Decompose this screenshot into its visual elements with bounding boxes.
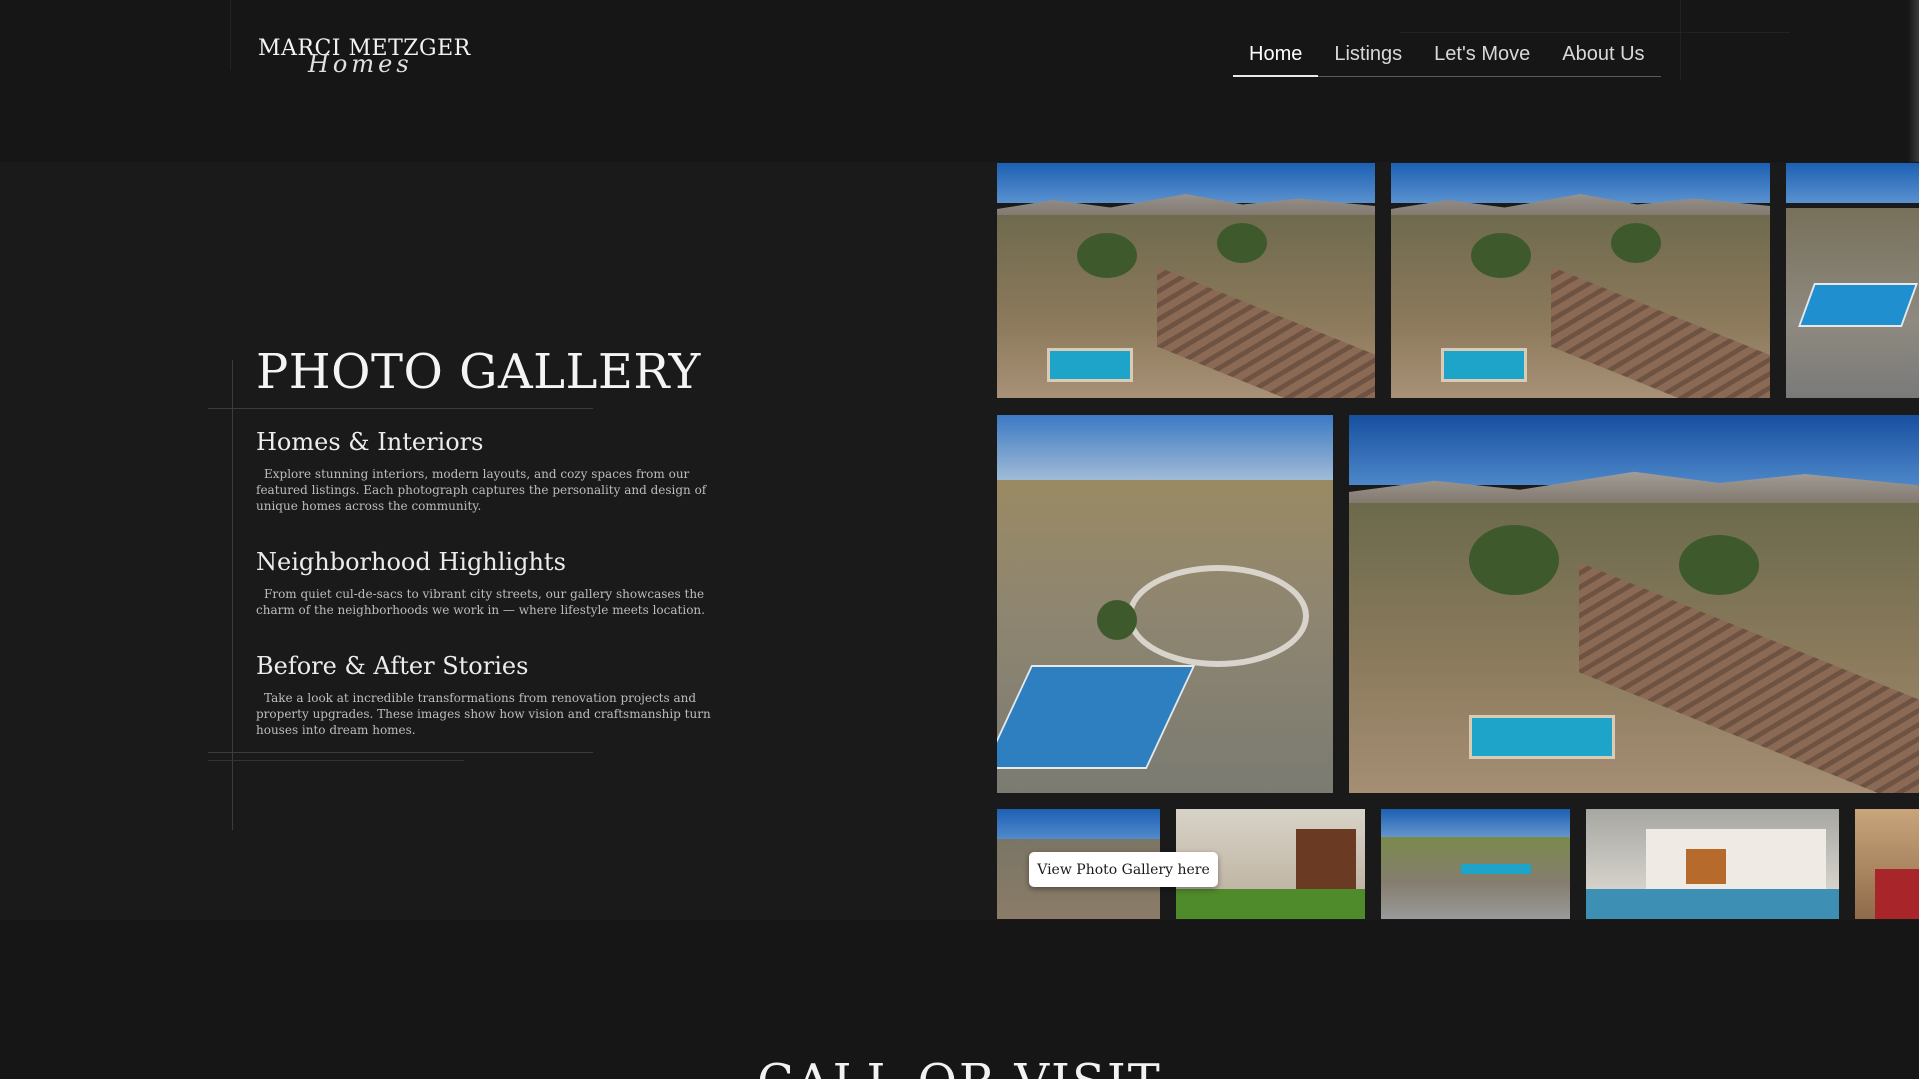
decor-horizontal-line bbox=[208, 752, 593, 753]
section-heading-before-after: Before & After Stories bbox=[256, 652, 529, 680]
photo-villa-pool-exterior[interactable] bbox=[1586, 809, 1839, 919]
contact-title: CALL OR VISIT bbox=[0, 1054, 1919, 1079]
site-logo[interactable]: MARCI METZGER Homes bbox=[258, 36, 470, 82]
decor-horizontal-line bbox=[208, 408, 593, 409]
section-heading-homes: Homes & Interiors bbox=[256, 428, 484, 456]
header-decor-line bbox=[1400, 32, 1790, 33]
nav-item-lets-move[interactable]: Let's Move bbox=[1418, 36, 1546, 76]
header-decor-line bbox=[230, 0, 231, 70]
photo-aerial-home-pool-2[interactable] bbox=[1391, 163, 1770, 398]
photo-aerial-golf-course[interactable] bbox=[1381, 809, 1570, 919]
photo-interior-red-chair-partial[interactable] bbox=[1855, 809, 1919, 919]
nav-item-home[interactable]: Home bbox=[1233, 36, 1319, 77]
scrollbar-edge bbox=[1908, 0, 1919, 162]
main-nav: Home Listings Let's Move About Us bbox=[1233, 36, 1661, 77]
logo-script-text: Homes bbox=[308, 50, 413, 78]
header-decor-line bbox=[1680, 0, 1681, 80]
section-heading-neighborhood: Neighborhood Highlights bbox=[256, 548, 566, 576]
page-title: PHOTO GALLERY bbox=[256, 344, 701, 400]
decor-horizontal-line bbox=[208, 760, 464, 761]
photo-aerial-community-park[interactable] bbox=[997, 415, 1333, 793]
section-text-before-after: Take a look at incredible transformation… bbox=[256, 691, 711, 737]
section-text-homes: Explore stunning interiors, modern layou… bbox=[256, 467, 707, 513]
nav-item-about-us[interactable]: About Us bbox=[1546, 36, 1660, 76]
contact-section: CALL OR VISIT bbox=[0, 920, 1919, 1079]
nav-item-listings[interactable]: Listings bbox=[1318, 36, 1418, 76]
photo-aerial-tennis-courts-partial[interactable] bbox=[1786, 163, 1919, 398]
photo-aerial-home-pool-1[interactable] bbox=[997, 163, 1375, 398]
photo-aerial-home-pool-large[interactable] bbox=[1349, 415, 1919, 793]
section-text-neighborhood: From quiet cul-de-sacs to vibrant city s… bbox=[256, 587, 705, 617]
site-header: MARCI METZGER Homes Home Listings Let's … bbox=[0, 0, 1919, 162]
view-gallery-button[interactable]: View Photo Gallery here bbox=[1029, 852, 1218, 887]
